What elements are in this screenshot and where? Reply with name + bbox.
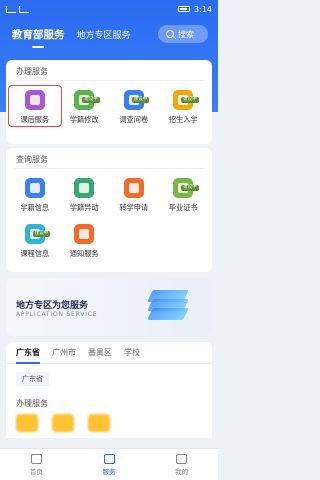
bottom-tab-bar: 首页 服务 我的: [0, 448, 218, 480]
status-badge: 建设中: [181, 97, 199, 103]
service-tile[interactable]: 通知服务: [60, 221, 110, 259]
server-stack-illustration: [144, 290, 192, 324]
service-tile[interactable]: 建设中学籍修改: [60, 87, 110, 125]
battery-icon: [178, 6, 191, 12]
status-badge: 建设中: [82, 97, 100, 103]
region-tab-district[interactable]: 番禺区: [88, 347, 112, 358]
notice-icon: [74, 224, 95, 244]
banner-title: 地方专区为您服务: [16, 301, 89, 311]
office-services-grid: 课后服务 建设中 学籍修改 建设中 调查问卷 建设中 招生入学: [6, 81, 212, 127]
region-services-title: 办理服务: [16, 399, 48, 408]
query-services-grid: 学籍信息 学籍异动 转学申请 建设中 毕业证书 建设中 课程信息 通知服务: [6, 169, 212, 259]
local-service-banner[interactable]: 地方专区为您服务 APPLICATION SERVICE: [6, 278, 212, 336]
service-tile[interactable]: 建设中毕业证书: [159, 175, 209, 213]
home-icon: [30, 453, 42, 464]
region-tab-city[interactable]: 广州市: [52, 347, 76, 358]
tabbar-services-label: 服务: [102, 467, 116, 476]
status-badge: 建设中: [32, 231, 51, 237]
region-chip[interactable]: 广东省: [16, 372, 49, 386]
service-tile[interactable]: 学籍信息: [10, 175, 60, 213]
region-tab-school[interactable]: 学校: [124, 347, 140, 358]
service-label: 学籍信息: [20, 203, 50, 212]
region-tab-province[interactable]: 广东省: [16, 347, 40, 364]
service-icon[interactable]: [16, 414, 38, 432]
grid-icon: [103, 453, 115, 464]
tabbar-profile-label: 我的: [175, 467, 189, 476]
service-label: 课后服务: [20, 115, 50, 124]
office-services-card: 办理服务 课后服务 建设中 学籍修改 建设中 调查问卷 建设中 招生入学: [6, 60, 212, 144]
search-input[interactable]: 搜索: [158, 25, 208, 43]
tabbar-services[interactable]: 服务: [73, 449, 146, 480]
apply-icon: [123, 178, 144, 198]
service-label: 毕业证书: [168, 203, 198, 212]
record-icon: [24, 178, 45, 198]
service-label: 课程信息: [20, 249, 50, 258]
region-tabs: 广东省 广州市 番禺区 学校: [6, 342, 212, 364]
service-label: 调查问卷: [119, 115, 149, 124]
bag-icon: [24, 90, 45, 110]
region-service-icons: [16, 414, 110, 432]
query-services-title: 查询服务: [16, 155, 48, 164]
service-label: 通知服务: [69, 249, 99, 258]
tabbar-home-label: 首页: [29, 467, 43, 476]
tabbar-home[interactable]: 首页: [0, 449, 73, 480]
service-tile[interactable]: 学籍异动: [60, 175, 110, 213]
service-tile[interactable]: 建设中课程信息: [10, 221, 60, 259]
status-time: 3:14: [194, 4, 212, 14]
service-label: 转学申请: [119, 203, 149, 212]
wifi-icon: [19, 5, 29, 13]
office-services-title: 办理服务: [16, 67, 48, 76]
service-tile[interactable]: 建设中招生入学: [159, 87, 209, 125]
top-navigation: 教育部服务 地方专区服务 搜索: [12, 24, 208, 48]
status-badge: 建设中: [131, 97, 150, 103]
service-icon[interactable]: [52, 414, 74, 432]
tab-ministry-services[interactable]: 教育部服务: [12, 27, 65, 48]
search-icon: [166, 30, 174, 38]
user-icon: [176, 453, 188, 464]
query-services-card: 查询服务 学籍信息 学籍异动 转学申请 建设中 毕业证书 建设中 课程信息 通知服务: [6, 148, 212, 272]
region-section: 广东省 广州市 番禺区 学校 广东省 办理服务: [6, 342, 212, 438]
service-tile[interactable]: 建设中调查问卷: [109, 87, 159, 125]
status-bar: 3:14: [0, 0, 218, 18]
banner-subtitle: APPLICATION SERVICE: [16, 311, 98, 318]
tab-local-services[interactable]: 地方专区服务: [77, 28, 131, 41]
transfer-icon: [74, 178, 95, 198]
service-label: 招生入学: [168, 115, 198, 124]
status-badge: 建设中: [181, 185, 199, 191]
search-placeholder: 搜索: [178, 29, 194, 39]
tabbar-profile[interactable]: 我的: [145, 449, 218, 480]
signal-icon: [6, 5, 16, 13]
service-tile[interactable]: 课后服务: [8, 85, 62, 127]
service-tile[interactable]: 转学申请: [109, 175, 159, 213]
service-label: 学籍异动: [69, 203, 99, 212]
service-icon[interactable]: [88, 414, 110, 432]
service-label: 学籍修改: [69, 115, 99, 124]
